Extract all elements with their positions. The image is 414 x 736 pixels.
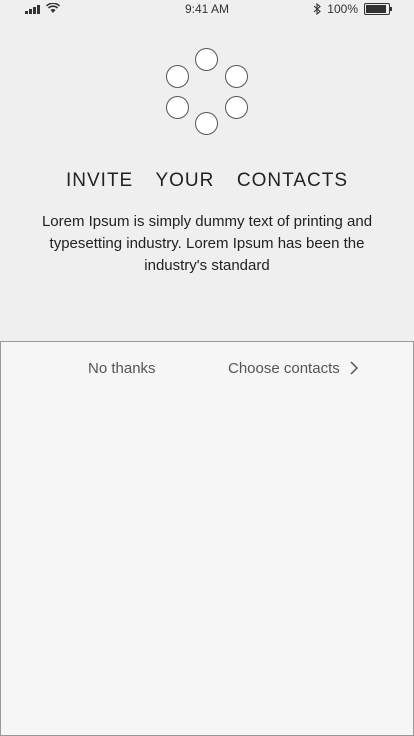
contact-circle: [225, 65, 248, 88]
contacts-illustration: [0, 0, 414, 150]
contact-circle: [195, 112, 218, 135]
no-thanks-button[interactable]: No thanks: [88, 360, 156, 377]
bottom-sheet: No thanks Choose contacts: [0, 341, 414, 736]
invite-description: Lorem Ipsum is simply dummy text of prin…: [41, 213, 373, 274]
contact-circle: [195, 48, 218, 71]
choose-contacts-label: Choose contacts: [228, 360, 340, 377]
chevron-right-icon: [350, 360, 358, 377]
page-title: INVITE YOUR CONTACTS: [66, 170, 348, 191]
contact-circle: [166, 96, 189, 119]
contact-circle: [225, 96, 248, 119]
choose-contacts-button[interactable]: Choose contacts: [228, 360, 358, 377]
contact-circle: [166, 65, 189, 88]
